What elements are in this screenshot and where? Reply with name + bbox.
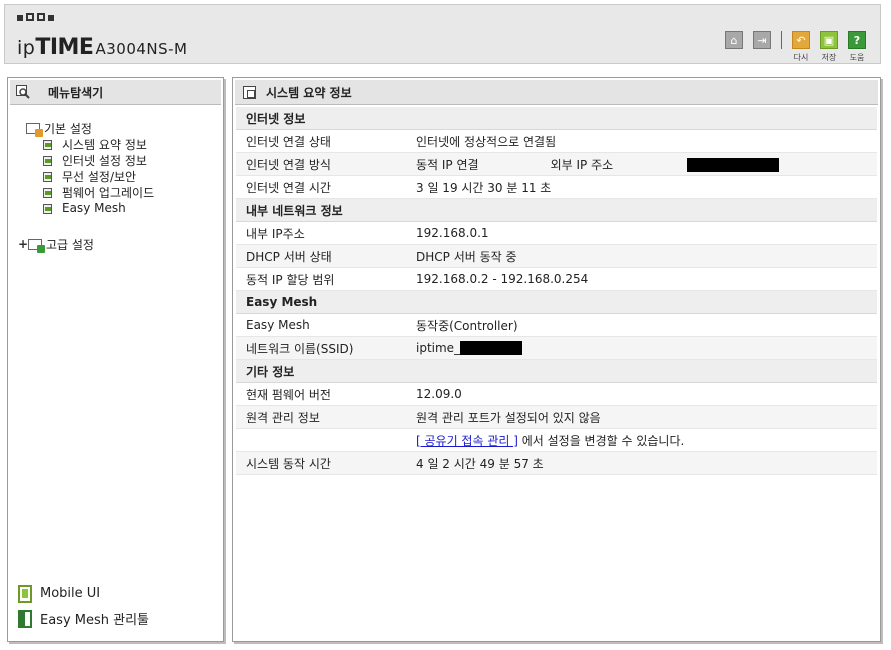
logo-bold: TIME bbox=[35, 35, 94, 60]
save-label: 저장 bbox=[821, 53, 837, 62]
window-icon bbox=[243, 85, 256, 99]
model-name: A3004NS-M bbox=[95, 40, 188, 58]
table-row: 내부 IP주소 192.168.0.1 bbox=[236, 221, 877, 245]
table-row: Easy Mesh 동작중(Controller) bbox=[236, 313, 877, 337]
method-value: 동적 IP 연결 bbox=[416, 157, 479, 172]
easymesh-tool-link[interactable]: Easy Mesh 관리툴 bbox=[18, 606, 149, 631]
mobile-ui-link[interactable]: Mobile UI bbox=[18, 581, 149, 606]
table-row: 인터넷 연결 방식 동적 IP 연결 외부 IP 주소 bbox=[236, 152, 877, 176]
mesh-tool-icon bbox=[18, 609, 32, 628]
mobile-icon bbox=[18, 584, 32, 603]
section-etc: 기타 정보 bbox=[236, 359, 877, 383]
sidebar-item-wireless[interactable]: 무선 설정/보안 bbox=[18, 168, 154, 184]
help-button[interactable]: ? 도움 bbox=[846, 31, 868, 63]
save-icon: ▣ bbox=[820, 31, 838, 49]
refresh-label: 다시 bbox=[793, 53, 809, 62]
page-title: 시스템 요약 정보 bbox=[266, 85, 352, 100]
toolbar: ⌂ ⇥ ↶ 다시 ▣ 저장 ? 도움 bbox=[723, 31, 868, 63]
main-header: 시스템 요약 정보 bbox=[235, 80, 878, 105]
sidebar-item-system-summary[interactable]: 시스템 요약 정보 bbox=[18, 136, 154, 152]
upgrade-icon bbox=[42, 186, 54, 199]
section-mesh: Easy Mesh bbox=[236, 290, 877, 314]
help-label: 도움 bbox=[849, 53, 865, 62]
table-row: 동적 IP 할당 범위 192.168.0.2 - 192.168.0.254 bbox=[236, 267, 877, 291]
table-row: 인터넷 연결 상태 인터넷에 정상적으로 연결됨 bbox=[236, 129, 877, 153]
table-row: 원격 관리 정보 원격 관리 포트가 설정되어 있지 않음 bbox=[236, 405, 877, 429]
table-row: [ 공유기 접속 관리 ] 에서 설정을 변경할 수 있습니다. bbox=[236, 428, 877, 452]
save-button[interactable]: ▣ 저장 bbox=[818, 31, 840, 63]
logout-button[interactable]: ⇥ bbox=[751, 31, 773, 52]
header-bar: ipTIME A3004NS-M ⌂ ⇥ ↶ 다시 ▣ 저장 ? 도움 bbox=[4, 4, 881, 64]
summary-table: 인터넷 정보 인터넷 연결 상태 인터넷에 정상적으로 연결됨 인터넷 연결 방식… bbox=[236, 107, 877, 475]
home-icon: ⌂ bbox=[725, 31, 743, 49]
folder-icon bbox=[28, 238, 45, 253]
table-row: 현재 펌웨어 버전 12.09.0 bbox=[236, 382, 877, 406]
home-button[interactable]: ⌂ bbox=[723, 31, 745, 52]
monitor-icon bbox=[42, 154, 54, 167]
sidebar-item-firmware[interactable]: 펌웨어 업그레이드 bbox=[18, 184, 154, 200]
search-icon bbox=[16, 85, 30, 99]
mesh-icon bbox=[42, 202, 54, 215]
table-row: 인터넷 연결 시간 3 일 19 시간 30 분 11 초 bbox=[236, 175, 877, 199]
section-lan: 내부 네트워크 정보 bbox=[236, 198, 877, 222]
sidebar-header: 메뉴탐색기 bbox=[10, 80, 221, 105]
folder-icon bbox=[26, 122, 43, 137]
expand-icon[interactable]: + bbox=[18, 237, 28, 251]
chart-icon bbox=[42, 138, 54, 151]
refresh-icon: ↶ bbox=[792, 31, 810, 49]
section-internet: 인터넷 정보 bbox=[236, 107, 877, 130]
logo: ipTIME A3004NS-M bbox=[17, 35, 188, 60]
table-row: DHCP 서버 상태 DHCP 서버 동작 중 bbox=[236, 244, 877, 268]
logo-prefix: ip bbox=[17, 37, 36, 59]
sidebar-title: 메뉴탐색기 bbox=[48, 85, 104, 100]
table-row: 네트워크 이름(SSID) iptime_ bbox=[236, 336, 877, 360]
tree-advanced-label: 고급 설정 bbox=[46, 237, 94, 252]
logo-mark bbox=[17, 13, 54, 21]
menu-tree: 기본 설정 시스템 요약 정보 인터넷 설정 정보 무선 설정/보안 펌웨어 업… bbox=[18, 120, 154, 253]
table-row: 시스템 동작 시간 4 일 2 시간 49 분 57 초 bbox=[236, 451, 877, 475]
help-icon: ? bbox=[848, 31, 866, 49]
refresh-button[interactable]: ↶ 다시 bbox=[790, 31, 812, 63]
tree-advanced-settings[interactable]: + 고급 설정 bbox=[18, 236, 154, 253]
logout-icon: ⇥ bbox=[753, 31, 771, 49]
external-ip-label: 외부 IP 주소 bbox=[550, 157, 614, 172]
tree-basic-settings[interactable]: 기본 설정 bbox=[18, 120, 154, 137]
redacted-external-ip bbox=[687, 158, 780, 172]
tree-basic-label: 기본 설정 bbox=[44, 121, 92, 136]
sidebar-panel: 메뉴탐색기 기본 설정 시스템 요약 정보 인터넷 설정 정보 무선 설정/보안… bbox=[7, 77, 224, 642]
ssid-value: iptime_ bbox=[416, 340, 461, 355]
remote-hint: 에서 설정을 변경할 수 있습니다. bbox=[517, 433, 685, 448]
main-panel: 시스템 요약 정보 인터넷 정보 인터넷 연결 상태 인터넷에 정상적으로 연결됨… bbox=[232, 77, 881, 642]
redacted-ssid bbox=[460, 341, 523, 356]
remote-management-link[interactable]: [ 공유기 접속 관리 ] bbox=[416, 434, 518, 448]
sidebar-item-easymesh[interactable]: Easy Mesh bbox=[18, 200, 154, 216]
wifi-icon bbox=[42, 170, 54, 183]
sidebar-item-internet[interactable]: 인터넷 설정 정보 bbox=[18, 152, 154, 168]
toolbar-divider bbox=[781, 31, 782, 49]
sidebar-bottom-links: Mobile UI Easy Mesh 관리툴 bbox=[18, 581, 149, 631]
